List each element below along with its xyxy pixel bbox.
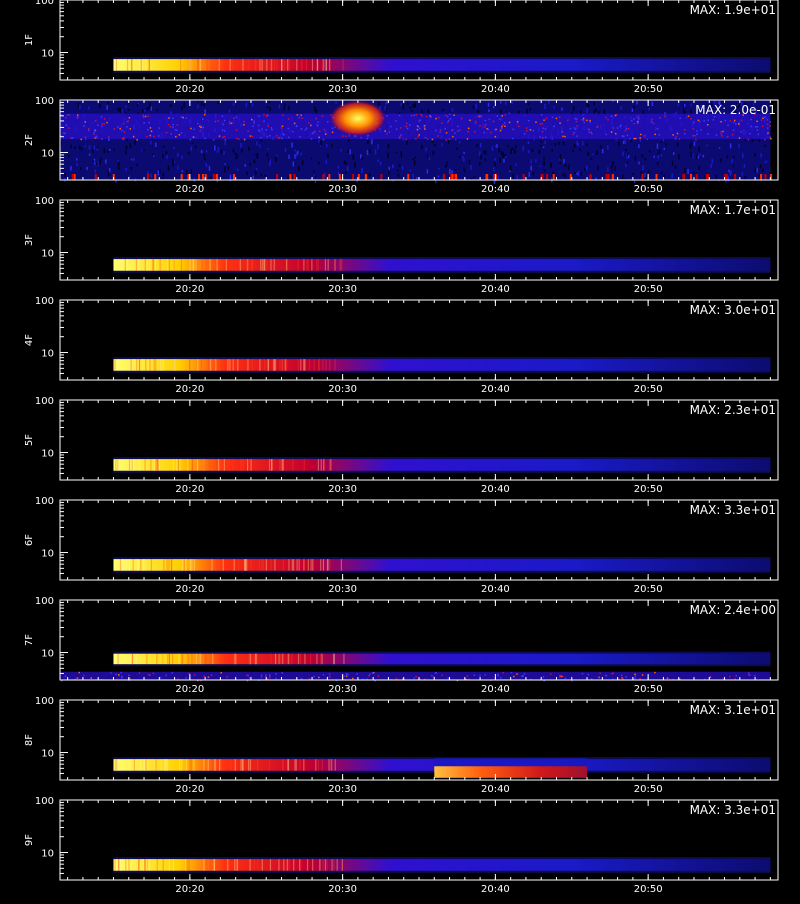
panel-3F-xtick-1: 20:30 (328, 284, 357, 295)
panel-9F-ytick-0: 100 (35, 796, 54, 807)
panel-9F-xtick-2: 20:40 (481, 884, 510, 895)
panel-3F-xtick-3: 20:50 (634, 284, 663, 295)
panel-5F-xtick-1: 20:30 (328, 484, 357, 495)
panel-2F-ylabel: 2F (24, 134, 35, 146)
panel-4F-xtick-2: 20:40 (481, 384, 510, 395)
panel-3F-feature-decay-0 (113, 257, 771, 273)
panel-1F-xtick-2: 20:40 (481, 84, 510, 95)
panel-7F-xtick-3: 20:50 (634, 684, 663, 695)
panel-4F-ytick-1: 10 (41, 349, 54, 360)
panel-8F-ytick-1: 10 (41, 749, 54, 760)
panel-6F-xtick-0: 20:20 (175, 584, 204, 595)
panel-9F-xtick-3: 20:50 (634, 884, 663, 895)
panel-6F-ylabel: 6F (24, 534, 35, 546)
panel-9F: 100 10 9F MAX: 3.3e+01 20:20 20:30 20:40 20:50 (24, 796, 779, 895)
panel-6F-xtick-3: 20:50 (634, 584, 663, 595)
panel-5F: 100 10 5F MAX: 2.3e+01 20:20 20:30 20:40 20:50 (24, 396, 779, 495)
panel-5F-xtick-0: 20:20 (175, 484, 204, 495)
panel-1F-ytick-1: 10 (41, 49, 54, 60)
panel-3F-max-label: MAX: 1.7e+01 (690, 203, 776, 217)
panel-6F-feature-decay-0 (113, 557, 771, 573)
panel-2F: 100 10 2F MAX: 2.0e-01 20:20 20:30 20:40 20:50 (24, 96, 779, 195)
panel-6F-xtick-1: 20:30 (328, 584, 357, 595)
panel-2F-xtick-1: 20:30 (328, 184, 357, 195)
panel-7F-xtick-0: 20:20 (175, 684, 204, 695)
panel-1F-xtick-0: 20:20 (175, 84, 204, 95)
panel-1F-xtick-1: 20:30 (328, 84, 357, 95)
panel-3F: 100 10 3F MAX: 1.7e+01 20:20 20:30 20:40 20:50 (24, 196, 779, 295)
panel-5F-xtick-3: 20:50 (634, 484, 663, 495)
panel-8F-ylabel: 8F (24, 734, 35, 746)
panel-6F-ytick-1: 10 (41, 549, 54, 560)
panel-6F: 100 10 6F MAX: 3.3e+01 20:20 20:30 20:40 20:50 (24, 496, 779, 595)
panel-7F: 100 10 7F MAX: 2.4e+00 20:20 20:30 20:40 20:50 (24, 596, 779, 695)
panel-2F-ytick-0: 100 (35, 96, 54, 107)
panel-8F: 100 10 8F MAX: 3.1e+01 20:20 20:30 20:40 20:50 (24, 696, 779, 795)
panel-4F-xtick-1: 20:30 (328, 384, 357, 395)
panel-9F-ylabel: 9F (24, 834, 35, 846)
panel-4F-xtick-3: 20:50 (634, 384, 663, 395)
panel-2F-feature-band-1 (60, 113, 772, 141)
panel-6F-max-label: MAX: 3.3e+01 (690, 503, 776, 517)
panel-5F-ytick-0: 100 (35, 396, 54, 407)
panel-1F-xtick-3: 20:50 (634, 84, 663, 95)
panel-1F-ytick-0: 100 (35, 0, 54, 7)
panel-8F-xtick-3: 20:50 (634, 784, 663, 795)
panel-4F-feature-decay-0 (113, 357, 771, 373)
panel-5F-xtick-2: 20:40 (481, 484, 510, 495)
panel-5F-feature-decay-0 (113, 457, 771, 473)
panel-8F-ytick-0: 100 (35, 696, 54, 707)
panel-7F-feature-decay-0 (113, 651, 771, 667)
panel-7F-ylabel: 7F (24, 634, 35, 646)
panel-6F-ytick-0: 100 (35, 496, 54, 507)
panel-8F-xtick-1: 20:30 (328, 784, 357, 795)
panel-7F-ytick-1: 10 (41, 649, 54, 660)
panel-1F-max-label: MAX: 1.9e+01 (690, 3, 776, 17)
panel-2F-max-label: MAX: 2.0e-01 (695, 103, 776, 117)
panel-4F-ytick-0: 100 (35, 296, 54, 307)
panel-2F-xtick-2: 20:40 (481, 184, 510, 195)
panel-6F-xtick-2: 20:40 (481, 584, 510, 595)
panel-9F-xtick-0: 20:20 (175, 884, 204, 895)
panel-4F: 100 10 4F MAX: 3.0e+01 20:20 20:30 20:40 20:50 (24, 296, 779, 395)
panel-9F-feature-decay-0 (113, 857, 771, 873)
panel-3F-ytick-0: 100 (35, 196, 54, 207)
panel-7F-xtick-2: 20:40 (481, 684, 510, 695)
panel-1F: 100 10 1F MAX: 1.9e+01 20:20 20:30 20:40 20:50 (24, 0, 779, 95)
spectrogram-figure: 100 10 1F MAX: 1.9e+01 20:20 20:30 20:40 20:50 1… (0, 0, 800, 900)
panel-2F-ytick-1: 10 (41, 149, 54, 160)
panel-1F-feature-decay-0 (113, 57, 771, 73)
panel-7F-ytick-0: 100 (35, 596, 54, 607)
spectrogram-stack: 100101FMAX: 1.9e+0120:20 20:30 20:40 20:501… (24, 0, 779, 895)
panel-4F-ylabel: 4F (24, 334, 35, 346)
panel-5F-ytick-1: 10 (41, 449, 54, 460)
panel-7F-xtick-1: 20:30 (328, 684, 357, 695)
panel-8F-feature-burst-1 (434, 758, 588, 778)
panel-9F-max-label: MAX: 3.3e+01 (690, 803, 776, 817)
panel-8F-xtick-2: 20:40 (481, 784, 510, 795)
panel-3F-ytick-1: 10 (41, 249, 54, 260)
panel-2F-feature-burst-2 (328, 100, 387, 137)
panel-9F-xtick-1: 20:30 (328, 884, 357, 895)
panel-9F-ytick-1: 10 (41, 849, 54, 860)
panel-3F-xtick-0: 20:20 (175, 284, 204, 295)
panel-2F-feature-noise-0 (60, 100, 773, 185)
panel-5F-ylabel: 5F (24, 434, 35, 446)
panel-3F-ylabel: 3F (24, 234, 35, 246)
panel-3F-xtick-2: 20:40 (481, 284, 510, 295)
panel-2F-xtick-0: 20:20 (175, 184, 204, 195)
panel-7F-max-label: MAX: 2.4e+00 (690, 603, 776, 617)
panel-5F-max-label: MAX: 2.3e+01 (690, 403, 776, 417)
panel-1F-ylabel: 1F (24, 34, 35, 46)
panel-8F-max-label: MAX: 3.1e+01 (690, 703, 776, 717)
panel-2F-xtick-3: 20:50 (634, 184, 663, 195)
panel-4F-xtick-0: 20:20 (175, 384, 204, 395)
panel-4F-max-label: MAX: 3.0e+01 (690, 303, 776, 317)
panel-8F-xtick-0: 20:20 (175, 784, 204, 795)
